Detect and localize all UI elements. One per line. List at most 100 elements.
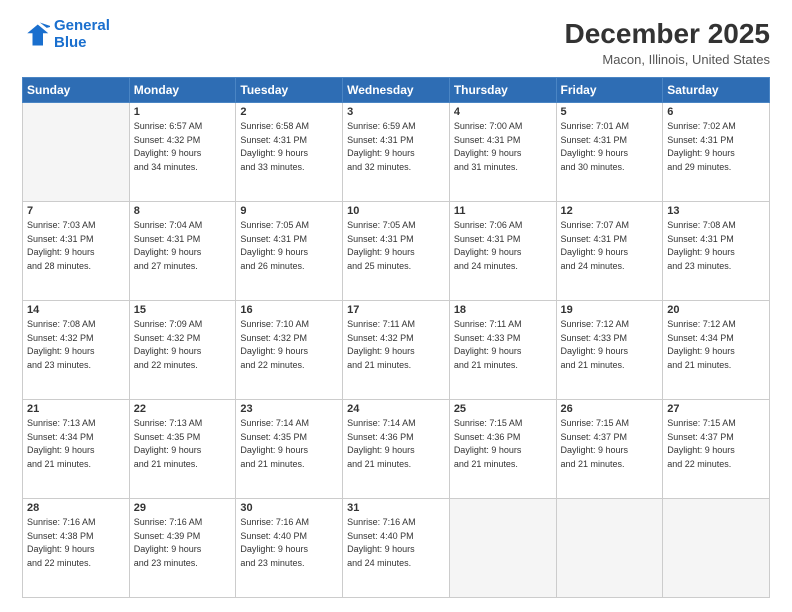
day-number: 26 bbox=[561, 403, 659, 415]
calendar-cell: 10Sunrise: 7:05 AM Sunset: 4:31 PM Dayli… bbox=[343, 202, 450, 301]
day-number: 21 bbox=[27, 403, 125, 415]
day-number: 28 bbox=[27, 502, 125, 514]
calendar-cell: 24 Sunrise: 7:14 AM Sunset: 4:36 PM Dayli… bbox=[343, 400, 450, 499]
day-info: Sunrise: 7:11 AM Sunset: 4:33 PM Dayligh… bbox=[454, 318, 552, 372]
calendar-cell bbox=[556, 499, 663, 598]
calendar-cell: 4 Sunrise: 7:00 AM Sunset: 4:31 PM Daylig… bbox=[449, 103, 556, 202]
day-info: Sunrise: 7:04 AM Sunset: 4:31 PM Dayligh… bbox=[134, 219, 232, 273]
day-number: 7 bbox=[27, 205, 125, 217]
calendar-cell: 21 Sunrise: 7:13 AM Sunset: 4:34 PM Dayli… bbox=[23, 400, 130, 499]
calendar-cell bbox=[663, 499, 770, 598]
calendar-cell: 2 Sunrise: 6:58 AM Sunset: 4:31 PM Daylig… bbox=[236, 103, 343, 202]
day-number: 27 bbox=[667, 403, 765, 415]
day-number: 30 bbox=[240, 502, 338, 514]
calendar-header-saturday: Saturday bbox=[663, 78, 770, 103]
day-info: Sunrise: 7:09 AM Sunset: 4:32 PM Dayligh… bbox=[134, 318, 232, 372]
header: General Blue December 2025 Macon, Illino… bbox=[22, 18, 770, 67]
day-number: 13 bbox=[667, 205, 765, 217]
day-info: Sunrise: 7:14 AM Sunset: 4:36 PM Dayligh… bbox=[347, 417, 445, 471]
day-info: Sunrise: 7:16 AM Sunset: 4:40 PM Dayligh… bbox=[240, 516, 338, 570]
calendar-cell: 22 Sunrise: 7:13 AM Sunset: 4:35 PM Dayli… bbox=[129, 400, 236, 499]
calendar-cell: 25 Sunrise: 7:15 AM Sunset: 4:36 PM Dayli… bbox=[449, 400, 556, 499]
calendar-header-tuesday: Tuesday bbox=[236, 78, 343, 103]
day-number: 17 bbox=[347, 304, 445, 316]
day-number: 16 bbox=[240, 304, 338, 316]
calendar: SundayMondayTuesdayWednesdayThursdayFrid… bbox=[22, 77, 770, 598]
day-number: 10 bbox=[347, 205, 445, 217]
day-number: 31 bbox=[347, 502, 445, 514]
title-block: December 2025 Macon, Illinois, United St… bbox=[565, 18, 770, 67]
day-info: Sunrise: 7:11 AM Sunset: 4:32 PM Dayligh… bbox=[347, 318, 445, 372]
day-info: Sunrise: 7:02 AM Sunset: 4:31 PM Dayligh… bbox=[667, 120, 765, 174]
calendar-cell bbox=[23, 103, 130, 202]
day-number: 29 bbox=[134, 502, 232, 514]
calendar-cell: 13 Sunrise: 7:08 AM Sunset: 4:31 PM Dayli… bbox=[663, 202, 770, 301]
calendar-header-monday: Monday bbox=[129, 78, 236, 103]
calendar-cell: 20 Sunrise: 7:12 AM Sunset: 4:34 PM Dayli… bbox=[663, 301, 770, 400]
day-info: Sunrise: 7:01 AM Sunset: 4:31 PM Dayligh… bbox=[561, 120, 659, 174]
calendar-cell: 9 Sunrise: 7:05 AM Sunset: 4:31 PM Daylig… bbox=[236, 202, 343, 301]
calendar-cell: 17 Sunrise: 7:11 AM Sunset: 4:32 PM Dayli… bbox=[343, 301, 450, 400]
day-info: Sunrise: 7:15 AM Sunset: 4:37 PM Dayligh… bbox=[561, 417, 659, 471]
day-info: Sunrise: 7:13 AM Sunset: 4:35 PM Dayligh… bbox=[134, 417, 232, 471]
day-info: Sunrise: 7:08 AM Sunset: 4:32 PM Dayligh… bbox=[27, 318, 125, 372]
day-info: Sunrise: 6:59 AM Sunset: 4:31 PM Dayligh… bbox=[347, 120, 445, 174]
day-info: Sunrise: 7:03 AM Sunset: 4:31 PM Dayligh… bbox=[27, 219, 125, 273]
day-info: Sunrise: 7:08 AM Sunset: 4:31 PM Dayligh… bbox=[667, 219, 765, 273]
calendar-cell: 30 Sunrise: 7:16 AM Sunset: 4:40 PM Dayli… bbox=[236, 499, 343, 598]
logo-icon bbox=[22, 21, 50, 49]
calendar-cell bbox=[449, 499, 556, 598]
day-info: Sunrise: 7:12 AM Sunset: 4:34 PM Dayligh… bbox=[667, 318, 765, 372]
logo: General Blue bbox=[22, 18, 110, 51]
calendar-cell: 23 Sunrise: 7:14 AM Sunset: 4:35 PM Dayli… bbox=[236, 400, 343, 499]
logo-text: General Blue bbox=[54, 18, 110, 51]
calendar-cell: 3Sunrise: 6:59 AM Sunset: 4:31 PM Daylig… bbox=[343, 103, 450, 202]
calendar-cell: 29Sunrise: 7:16 AM Sunset: 4:39 PM Dayli… bbox=[129, 499, 236, 598]
day-info: Sunrise: 7:16 AM Sunset: 4:38 PM Dayligh… bbox=[27, 516, 125, 570]
page: General Blue December 2025 Macon, Illino… bbox=[0, 0, 792, 612]
day-info: Sunrise: 7:05 AM Sunset: 4:31 PM Dayligh… bbox=[240, 219, 338, 273]
day-info: Sunrise: 7:16 AM Sunset: 4:40 PM Dayligh… bbox=[347, 516, 445, 570]
calendar-cell: 8 Sunrise: 7:04 AM Sunset: 4:31 PM Daylig… bbox=[129, 202, 236, 301]
day-number: 1 bbox=[134, 106, 232, 118]
day-number: 25 bbox=[454, 403, 552, 415]
day-info: Sunrise: 6:57 AM Sunset: 4:32 PM Dayligh… bbox=[134, 120, 232, 174]
day-number: 12 bbox=[561, 205, 659, 217]
subtitle: Macon, Illinois, United States bbox=[565, 52, 770, 67]
day-number: 24 bbox=[347, 403, 445, 415]
day-number: 9 bbox=[240, 205, 338, 217]
day-number: 2 bbox=[240, 106, 338, 118]
calendar-week-4: 28 Sunrise: 7:16 AM Sunset: 4:38 PM Dayli… bbox=[23, 499, 770, 598]
day-number: 6 bbox=[667, 106, 765, 118]
calendar-week-0: 1 Sunrise: 6:57 AM Sunset: 4:32 PM Daylig… bbox=[23, 103, 770, 202]
day-number: 15 bbox=[134, 304, 232, 316]
calendar-cell: 5Sunrise: 7:01 AM Sunset: 4:31 PM Daylig… bbox=[556, 103, 663, 202]
day-info: Sunrise: 6:58 AM Sunset: 4:31 PM Dayligh… bbox=[240, 120, 338, 174]
calendar-cell: 15 Sunrise: 7:09 AM Sunset: 4:32 PM Dayli… bbox=[129, 301, 236, 400]
calendar-cell: 18 Sunrise: 7:11 AM Sunset: 4:33 PM Dayli… bbox=[449, 301, 556, 400]
day-info: Sunrise: 7:00 AM Sunset: 4:31 PM Dayligh… bbox=[454, 120, 552, 174]
day-number: 4 bbox=[454, 106, 552, 118]
day-number: 23 bbox=[240, 403, 338, 415]
day-number: 8 bbox=[134, 205, 232, 217]
day-info: Sunrise: 7:15 AM Sunset: 4:36 PM Dayligh… bbox=[454, 417, 552, 471]
calendar-header-thursday: Thursday bbox=[449, 78, 556, 103]
calendar-week-3: 21 Sunrise: 7:13 AM Sunset: 4:34 PM Dayli… bbox=[23, 400, 770, 499]
day-number: 20 bbox=[667, 304, 765, 316]
calendar-cell: 28 Sunrise: 7:16 AM Sunset: 4:38 PM Dayli… bbox=[23, 499, 130, 598]
day-info: Sunrise: 7:14 AM Sunset: 4:35 PM Dayligh… bbox=[240, 417, 338, 471]
calendar-cell: 27Sunrise: 7:15 AM Sunset: 4:37 PM Dayli… bbox=[663, 400, 770, 499]
day-number: 22 bbox=[134, 403, 232, 415]
day-info: Sunrise: 7:13 AM Sunset: 4:34 PM Dayligh… bbox=[27, 417, 125, 471]
calendar-cell: 7 Sunrise: 7:03 AM Sunset: 4:31 PM Daylig… bbox=[23, 202, 130, 301]
calendar-cell: 26 Sunrise: 7:15 AM Sunset: 4:37 PM Dayli… bbox=[556, 400, 663, 499]
calendar-header-wednesday: Wednesday bbox=[343, 78, 450, 103]
calendar-cell: 1 Sunrise: 6:57 AM Sunset: 4:32 PM Daylig… bbox=[129, 103, 236, 202]
day-number: 18 bbox=[454, 304, 552, 316]
calendar-cell: 12 Sunrise: 7:07 AM Sunset: 4:31 PM Dayli… bbox=[556, 202, 663, 301]
calendar-week-2: 14Sunrise: 7:08 AM Sunset: 4:32 PM Dayli… bbox=[23, 301, 770, 400]
calendar-header-friday: Friday bbox=[556, 78, 663, 103]
calendar-cell: 6 Sunrise: 7:02 AM Sunset: 4:31 PM Daylig… bbox=[663, 103, 770, 202]
calendar-week-1: 7 Sunrise: 7:03 AM Sunset: 4:31 PM Daylig… bbox=[23, 202, 770, 301]
day-info: Sunrise: 7:07 AM Sunset: 4:31 PM Dayligh… bbox=[561, 219, 659, 273]
